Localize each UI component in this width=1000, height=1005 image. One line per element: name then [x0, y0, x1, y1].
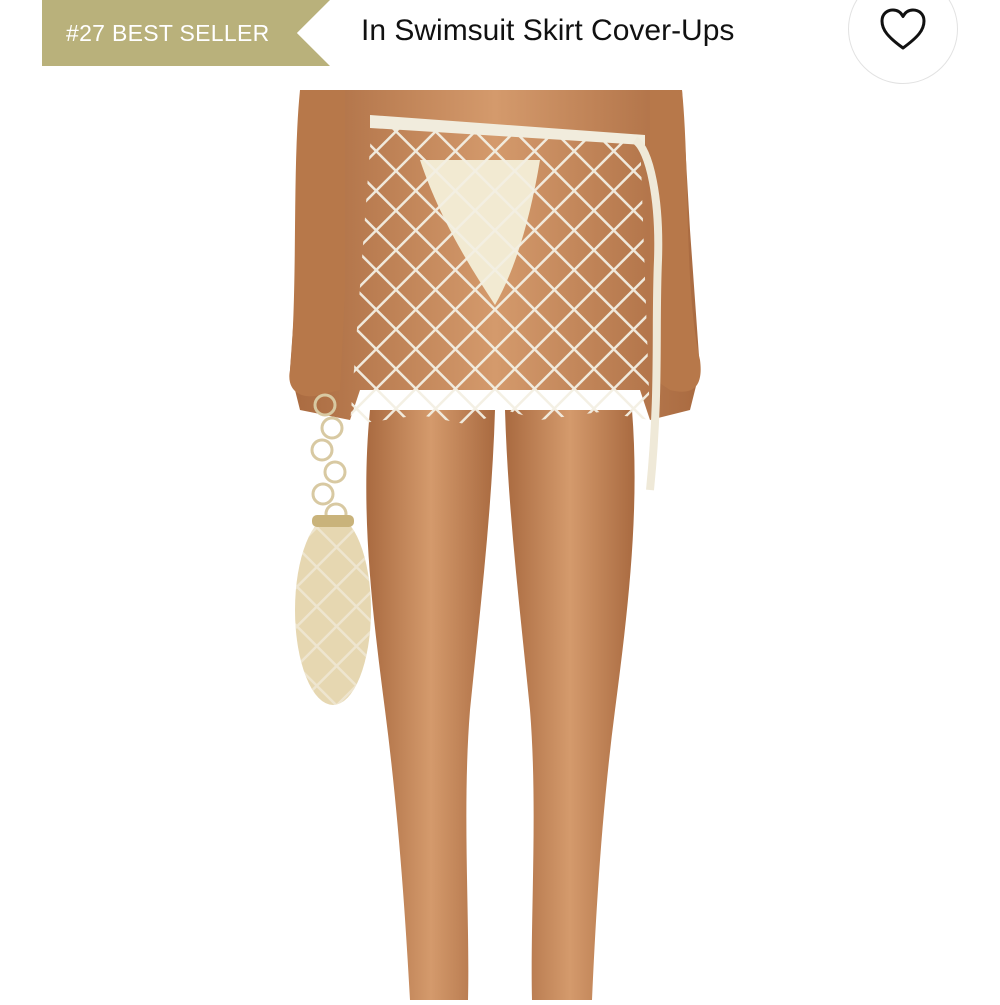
product-header: #27 BEST SELLER In Swimsuit Skirt Cover-…: [0, 0, 1000, 90]
model-left-leg: [366, 410, 495, 1000]
model-right-leg: [505, 410, 635, 1000]
heart-icon: [880, 8, 926, 50]
model-left-arm: [289, 90, 345, 397]
best-seller-badge: #27 BEST SELLER: [42, 0, 330, 66]
skirt-net: [350, 120, 650, 425]
category-link[interactable]: In Swimsuit Skirt Cover-Ups: [361, 14, 734, 48]
best-seller-text: #27 BEST SELLER: [66, 19, 270, 46]
product-image[interactable]: [0, 90, 1000, 1000]
favorite-button[interactable]: [848, 0, 958, 84]
product-photo: [289, 90, 701, 1000]
